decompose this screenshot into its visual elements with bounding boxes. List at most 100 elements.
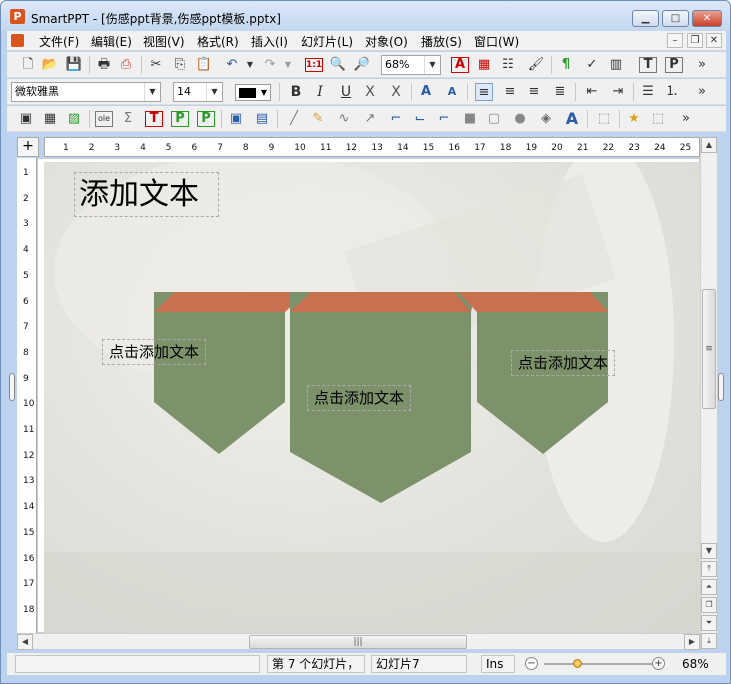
- slide-title-textbox[interactable]: 添加文本: [74, 172, 219, 217]
- paste-icon[interactable]: 📋: [195, 56, 213, 74]
- text-color-select[interactable]: ▼: [235, 84, 271, 101]
- horizontal-scrollbar[interactable]: ◀ ||| ▶: [17, 633, 700, 650]
- menu-play[interactable]: 播放(S): [421, 33, 462, 50]
- placeholder-object-icon[interactable]: P: [197, 111, 215, 127]
- redo-dropdown-icon[interactable]: ▼: [279, 56, 297, 74]
- mdi-minimize-button[interactable]: –: [667, 33, 683, 48]
- open-folder-icon[interactable]: 📂: [41, 56, 59, 74]
- zoom-in-button[interactable]: +: [652, 657, 665, 670]
- justify-icon[interactable]: ≣: [551, 83, 569, 101]
- bold-icon[interactable]: B: [287, 83, 305, 101]
- italic-icon[interactable]: I: [311, 83, 329, 101]
- ellipse-tool-icon[interactable]: ●: [511, 110, 529, 128]
- formula-icon[interactable]: Σ: [119, 110, 137, 128]
- shapes-tool-icon[interactable]: ◈: [537, 110, 555, 128]
- audio-icon[interactable]: ▤: [253, 110, 271, 128]
- picture-object-icon[interactable]: P: [171, 111, 189, 127]
- ruler-corner-button[interactable]: +: [17, 137, 39, 157]
- vertical-scroll-thumb[interactable]: ≡: [702, 289, 716, 409]
- previous-slide-button[interactable]: ⏶: [701, 579, 717, 595]
- close-button[interactable]: ✕: [692, 10, 722, 27]
- vertical-scrollbar[interactable]: ▲ ≡ ▼ ⤒ ⏶ ❐ ⏷ ⤓: [700, 137, 717, 649]
- save-icon[interactable]: 💾: [65, 56, 83, 74]
- minimize-button[interactable]: ▁: [632, 10, 659, 27]
- text-object-icon[interactable]: T: [145, 111, 163, 127]
- menu-slide[interactable]: 幻灯片(L): [301, 33, 353, 50]
- slide-list-button[interactable]: ❐: [701, 597, 717, 613]
- rectangle-tool-icon[interactable]: ■: [461, 110, 479, 128]
- redo-icon[interactable]: ↷: [261, 56, 279, 74]
- undo-icon[interactable]: ↶: [223, 56, 241, 74]
- zoom-slider-knob[interactable]: [573, 659, 582, 668]
- vertical-ruler[interactable]: 1 2 3 4 5 6 7 8 9 10 11 12 13 14 15 16 17 18: [17, 158, 37, 633]
- maximize-button[interactable]: □: [662, 10, 689, 27]
- menu-insert[interactable]: 插入(I): [251, 33, 288, 50]
- format-brush-icon[interactable]: 🖌: [527, 56, 545, 74]
- scroll-left-button[interactable]: ◀: [17, 634, 33, 650]
- ole-object-icon[interactable]: ole: [95, 111, 113, 127]
- horizontal-ruler[interactable]: 1 2 3 4 5 6 7 8 9 10 11 12 13 14 15 16 17 18 19 20 21 22 23 24 2…: [44, 137, 700, 157]
- last-slide-button[interactable]: ⤓: [701, 633, 717, 649]
- grow-font-icon[interactable]: A: [417, 83, 435, 101]
- cut-icon[interactable]: ✂: [147, 56, 165, 74]
- insert-table-icon[interactable]: ▦: [475, 56, 493, 74]
- bullet-list-icon[interactable]: ☰: [639, 83, 657, 101]
- line-tool-icon[interactable]: ╱: [285, 110, 303, 128]
- zoom-out-button[interactable]: −: [525, 657, 538, 670]
- list-icon[interactable]: ☷: [499, 56, 517, 74]
- curved-connector-icon[interactable]: ⌐: [435, 110, 453, 128]
- numbered-list-icon[interactable]: ⒈: [663, 83, 681, 101]
- underline-icon[interactable]: U: [337, 83, 355, 101]
- toolbar-overflow-icon[interactable]: »: [677, 110, 695, 128]
- pencil-tool-icon[interactable]: ✎: [309, 110, 327, 128]
- strikethrough-icon[interactable]: X: [361, 83, 379, 101]
- text-placeholder-left[interactable]: 点击添加文本: [102, 339, 207, 365]
- horizontal-scroll-thumb[interactable]: |||: [249, 635, 467, 649]
- menu-window[interactable]: 窗口(W): [474, 33, 519, 50]
- spellcheck-icon[interactable]: ✓: [583, 56, 601, 74]
- frame-icon[interactable]: ▣: [17, 110, 35, 128]
- pdf-export-icon[interactable]: ⎙: [117, 56, 135, 74]
- magnifier-icon[interactable]: 🔎: [353, 56, 371, 74]
- connector-icon[interactable]: ⌐: [387, 110, 405, 128]
- document-menu-icon[interactable]: [11, 34, 24, 47]
- text-placeholder-center[interactable]: 点击添加文本: [307, 385, 412, 411]
- copy-icon[interactable]: ⎘: [171, 56, 189, 74]
- shrink-font-icon[interactable]: A: [443, 83, 461, 101]
- font-size-select[interactable]: 14 ▼: [173, 82, 223, 102]
- toolbar-overflow-icon[interactable]: »: [693, 83, 711, 101]
- shadow-icon[interactable]: X: [387, 83, 405, 101]
- decrease-indent-icon[interactable]: ⇤: [583, 83, 601, 101]
- menu-object[interactable]: 对象(O): [365, 33, 408, 50]
- mdi-close-button[interactable]: ✕: [706, 33, 722, 48]
- menu-view[interactable]: 视图(V): [143, 33, 185, 50]
- video-icon[interactable]: ▣: [227, 110, 245, 128]
- menu-edit[interactable]: 编辑(E): [91, 33, 132, 50]
- table-frame-icon[interactable]: ▦: [41, 110, 59, 128]
- scroll-right-button[interactable]: ▶: [684, 634, 700, 650]
- align-right-icon[interactable]: ≡: [525, 83, 543, 101]
- group-icon[interactable]: ⬚: [595, 110, 613, 128]
- selection-icon[interactable]: ⬚: [649, 110, 667, 128]
- mdi-restore-button[interactable]: ❐: [687, 33, 703, 48]
- align-left-icon[interactable]: ≡: [475, 83, 493, 101]
- zoom-slider-track[interactable]: [544, 663, 654, 665]
- effects-star-icon[interactable]: ★: [625, 110, 643, 128]
- image-frame-icon[interactable]: ▨: [65, 110, 83, 128]
- font-name-select[interactable]: 微软雅黑 ▼: [11, 82, 161, 102]
- arrow-tool-icon[interactable]: ↗: [361, 110, 379, 128]
- undo-dropdown-icon[interactable]: ▼: [241, 56, 259, 74]
- increase-indent-icon[interactable]: ⇥: [609, 83, 627, 101]
- scroll-up-button[interactable]: ▲: [701, 137, 717, 153]
- menu-format[interactable]: 格式(R): [197, 33, 239, 50]
- wordart-icon[interactable]: A: [563, 110, 581, 128]
- toolbar-overflow-icon[interactable]: »: [693, 56, 711, 74]
- zoom-view-icon[interactable]: 🔍: [329, 56, 347, 74]
- status-insert-mode[interactable]: Ins: [481, 655, 515, 673]
- text-placeholder-right[interactable]: 点击添加文本: [511, 350, 616, 376]
- print-icon[interactable]: 🖶: [95, 56, 113, 74]
- rounded-rect-tool-icon[interactable]: ▢: [485, 110, 503, 128]
- title-bar[interactable]: P SmartPPT - [伤感ppt背景,伤感ppt模板.pptx] ▁ □ …: [1, 1, 730, 31]
- new-file-icon[interactable]: 🗋: [19, 56, 37, 74]
- right-panel-handle[interactable]: [718, 373, 724, 401]
